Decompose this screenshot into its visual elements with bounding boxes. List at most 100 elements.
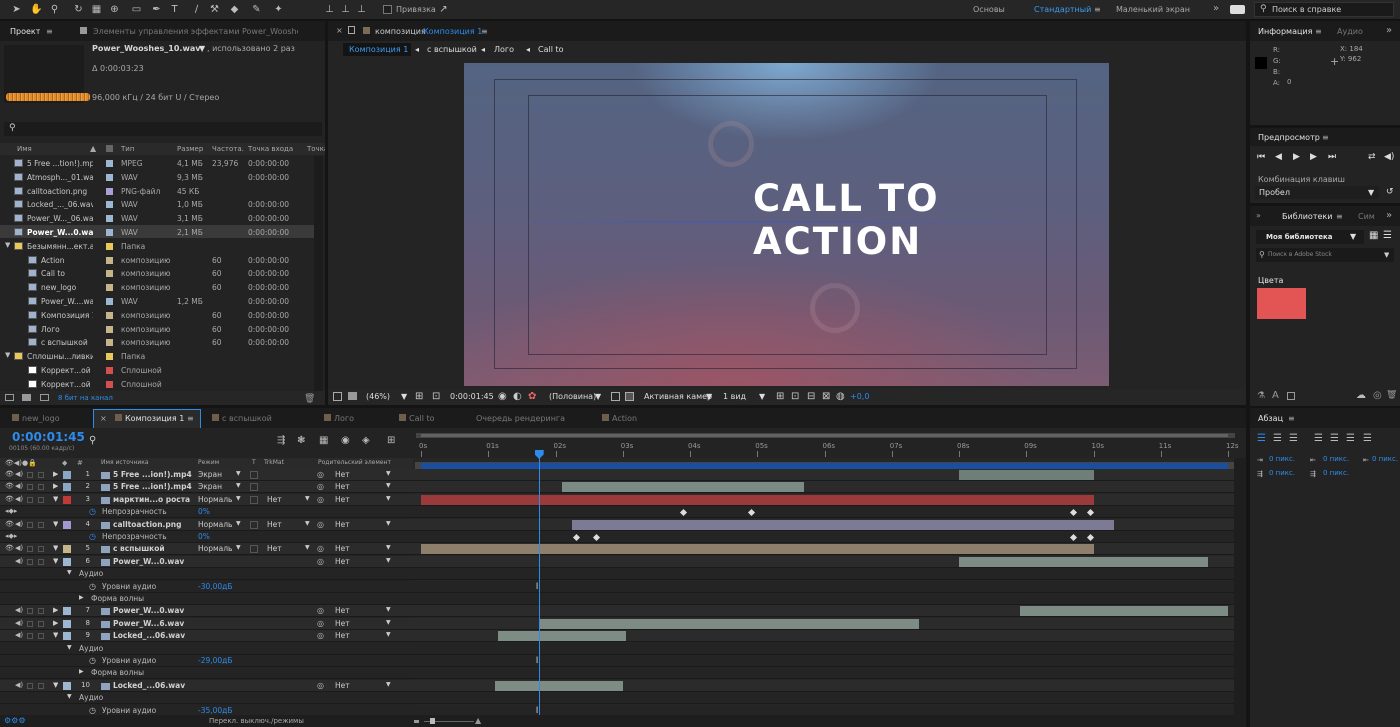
libraries-tab[interactable]: Библиотеки xyxy=(1282,212,1332,221)
stopwatch-icon[interactable]: ◷ xyxy=(89,582,96,591)
characters-tab[interactable]: Сим xyxy=(1358,212,1375,221)
color-swatch[interactable] xyxy=(1257,288,1306,319)
timeline-scrollbar[interactable] xyxy=(1234,458,1246,717)
property-value[interactable]: 0% xyxy=(198,532,210,541)
expand-triangle-icon[interactable]: ▶ xyxy=(53,619,58,627)
layer-label-swatch[interactable] xyxy=(63,681,71,690)
project-search-input[interactable] xyxy=(4,122,322,136)
trkmat-select[interactable]: Нет xyxy=(267,495,282,504)
bit-depth-button[interactable]: 8 бит на канал xyxy=(58,394,113,402)
label-color-swatch[interactable] xyxy=(106,339,113,347)
disclosure-triangle-icon[interactable]: ▼ xyxy=(5,351,10,359)
expand-triangle-icon[interactable]: ▼ xyxy=(53,557,58,565)
timeline-tab[interactable]: с вспышкой xyxy=(222,414,272,423)
pick-whip-icon[interactable]: ◎ xyxy=(317,495,324,504)
parent-dropdown-icon[interactable]: ▼ xyxy=(386,557,391,564)
parent-dropdown-icon[interactable]: ▼ xyxy=(386,470,391,477)
align-left-icon[interactable]: ☰ xyxy=(1257,433,1266,444)
mode-dropdown-icon[interactable]: ▼ xyxy=(236,520,241,527)
camera-select[interactable]: Активная камер xyxy=(644,392,712,401)
expand-triangle-icon[interactable]: ▶ xyxy=(79,668,84,675)
trkmat-col[interactable]: TrkMat xyxy=(264,459,284,466)
composition-canvas[interactable]: CALL TO ACTION xyxy=(464,63,1109,386)
info-more-icon[interactable]: » xyxy=(1386,25,1392,36)
visibility-eye-icon[interactable]: 👁 xyxy=(5,544,14,552)
pick-whip-icon[interactable]: ◎ xyxy=(317,681,324,690)
fast-preview-icon[interactable]: ⊡ xyxy=(791,391,799,402)
justify-left-icon[interactable]: ☰ xyxy=(1314,433,1323,444)
audio-speaker-icon[interactable]: ◀) xyxy=(15,557,23,565)
show-snapshot-icon[interactable]: ◐ xyxy=(513,391,522,402)
parent-dropdown-icon[interactable]: ▼ xyxy=(386,544,391,551)
zoom-level-select[interactable]: (46%) xyxy=(366,392,390,401)
layer-row[interactable] xyxy=(0,679,413,692)
justify-all-icon[interactable]: ☰ xyxy=(1363,433,1372,444)
mask-tool-icon[interactable]: ▭ xyxy=(130,3,143,16)
eraser-tool-icon[interactable]: ◆ xyxy=(228,3,241,16)
audio-speaker-icon[interactable]: ◀) xyxy=(15,681,23,689)
libraries-collapse-icon[interactable]: » xyxy=(1256,211,1261,220)
expand-triangle-icon[interactable]: ▼ xyxy=(67,693,72,700)
breadcrumb-comp1[interactable]: Композиция 1 xyxy=(349,45,408,54)
layer-label-swatch[interactable] xyxy=(63,619,71,628)
workspace-menu-icon[interactable]: ≡ xyxy=(1094,5,1101,14)
trkmat-select[interactable]: Нет xyxy=(267,544,282,553)
stock-search-placeholder[interactable]: Поиск в Adobe Stock xyxy=(1268,251,1332,258)
source-name-col[interactable]: Имя источника xyxy=(101,459,149,466)
lock-checkbox[interactable] xyxy=(38,558,44,565)
keyframe-nav-icon[interactable]: ◂◆▸ xyxy=(5,507,17,515)
layer-duration-bar[interactable] xyxy=(421,544,1094,555)
col-type[interactable]: Тип xyxy=(121,145,134,153)
pick-whip-icon[interactable]: ◎ xyxy=(317,606,324,615)
brush-tool-icon[interactable]: ∕ xyxy=(190,3,203,16)
solo-checkbox[interactable] xyxy=(27,521,33,528)
transparency-grid-icon[interactable] xyxy=(625,392,634,401)
layer-duration-bar[interactable] xyxy=(421,494,1094,505)
stopwatch-icon[interactable]: ◷ xyxy=(89,706,96,715)
pen-tool-icon[interactable]: ✒ xyxy=(150,3,163,16)
timeline-tab[interactable]: Call to xyxy=(409,414,435,423)
workspace-small[interactable]: Маленький экран xyxy=(1116,5,1190,14)
solo-checkbox[interactable] xyxy=(27,484,33,491)
snapshot-icon[interactable]: ◉ xyxy=(498,391,507,402)
zoom-dropdown-icon[interactable]: ▼ xyxy=(401,392,407,401)
comp-flowchart-icon[interactable]: ⇶ xyxy=(277,435,285,446)
parent-select[interactable]: Нет xyxy=(335,681,350,690)
roto-tool-icon[interactable]: ✎ xyxy=(250,3,263,16)
layer-row[interactable] xyxy=(0,617,413,630)
parent-select[interactable]: Нет xyxy=(335,520,350,529)
solo-checkbox[interactable] xyxy=(27,633,33,640)
pick-whip-icon[interactable]: ◎ xyxy=(317,482,324,491)
camera-dropdown-icon[interactable]: ▼ xyxy=(706,392,712,401)
property-value[interactable]: -30,00дБ xyxy=(198,582,233,591)
project-tab-menu-icon[interactable]: ≡ xyxy=(46,27,53,36)
label-color-swatch[interactable] xyxy=(106,367,113,374)
comp-timecode[interactable]: 0:00:01:45 xyxy=(450,392,494,401)
views-select[interactable]: 1 вид xyxy=(723,392,746,401)
layer-name[interactable]: марктин...о роста xyxy=(113,495,193,504)
paragraph-menu-icon[interactable]: ≡ xyxy=(1288,414,1295,423)
comp-tab-name[interactable]: Композиция 1 xyxy=(423,27,482,36)
audio-speaker-icon[interactable]: ◀) xyxy=(15,544,23,552)
solo-checkbox[interactable] xyxy=(27,608,33,615)
timeline-tab[interactable]: Очередь рендеринга xyxy=(476,414,565,423)
layer-label-swatch[interactable] xyxy=(63,607,71,616)
layer-duration-bar[interactable] xyxy=(1019,606,1228,617)
parent-select[interactable]: Нет xyxy=(335,495,350,504)
stopwatch-icon[interactable]: ◷ xyxy=(89,656,96,665)
audio-speaker-icon[interactable]: ◀) xyxy=(15,470,23,478)
lock-checkbox[interactable] xyxy=(38,472,44,478)
new-folder-icon[interactable] xyxy=(22,394,31,401)
label-color-swatch[interactable] xyxy=(106,229,113,236)
label-color-swatch[interactable] xyxy=(106,256,113,264)
layer-row[interactable] xyxy=(0,605,413,618)
channel-icon[interactable]: ✿ xyxy=(528,391,536,402)
audio-speaker-icon[interactable]: ◀) xyxy=(15,631,23,639)
comp-tab-label[interactable]: композиция xyxy=(375,27,426,36)
grid-icon[interactable]: ⊡ xyxy=(432,391,440,402)
space-before-value[interactable]: 0 пикс. xyxy=(1323,455,1349,463)
layer-row[interactable] xyxy=(0,593,413,605)
parent-select[interactable]: Нет xyxy=(335,557,350,566)
flowchart-icon[interactable]: ⊠ xyxy=(822,391,830,402)
libraries-menu-icon[interactable]: ≡ xyxy=(1336,212,1343,221)
